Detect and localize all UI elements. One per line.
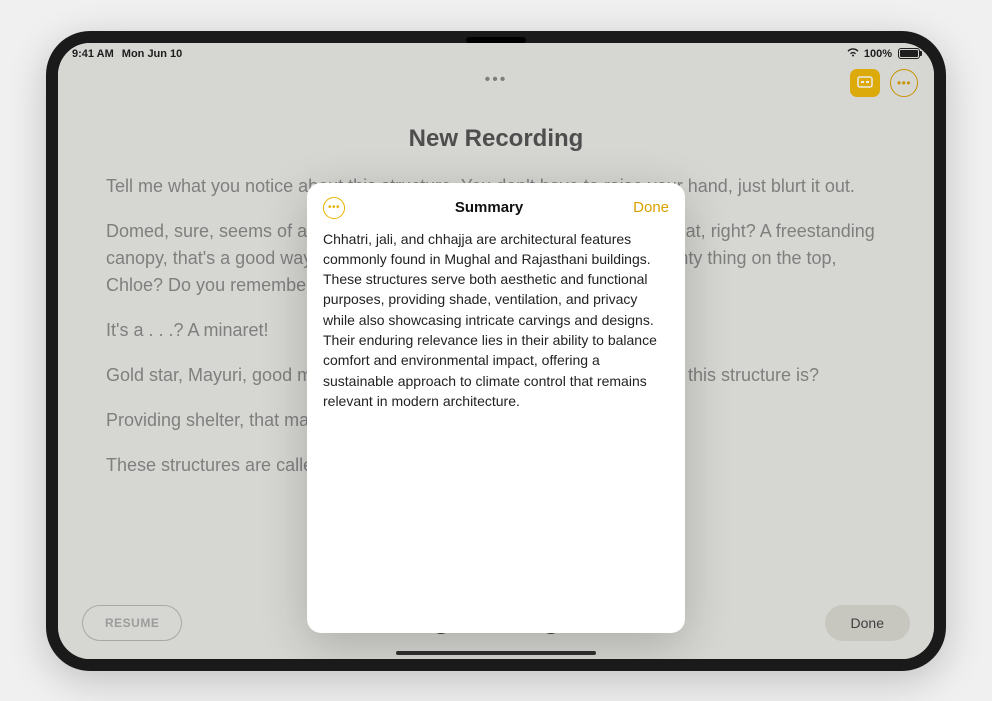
wifi-icon [846, 47, 860, 61]
done-button[interactable]: Done [825, 605, 910, 641]
resume-button[interactable]: RESUME [82, 605, 182, 641]
transcript-button[interactable] [850, 69, 880, 97]
summary-body: Chhatri, jali, and chhajja are architect… [307, 229, 685, 428]
more-options-icon[interactable]: ••• [890, 69, 918, 97]
toolbar-ellipsis-icon[interactable]: ••• [485, 71, 508, 89]
ipad-device-frame: 9:41 AM Mon Jun 10 100% ••• [46, 31, 946, 671]
status-bar: 9:41 AM Mon Jun 10 100% [58, 43, 934, 61]
summary-sheet: ••• Summary Done Chhatri, jali, and chha… [307, 183, 685, 633]
summary-more-icon[interactable]: ••• [323, 197, 345, 219]
summary-header: ••• Summary Done [307, 183, 685, 229]
status-time: 9:41 AM [72, 48, 114, 60]
summary-title: Summary [345, 199, 633, 216]
toolbar: ••• ••• [58, 61, 934, 101]
battery-icon [898, 48, 920, 59]
summary-done-button[interactable]: Done [633, 199, 669, 216]
recording-title: New Recording [58, 125, 934, 153]
battery-pct: 100% [864, 48, 892, 60]
screen: 9:41 AM Mon Jun 10 100% ••• [58, 43, 934, 659]
status-date: Mon Jun 10 [122, 48, 183, 60]
home-indicator[interactable] [396, 651, 596, 655]
